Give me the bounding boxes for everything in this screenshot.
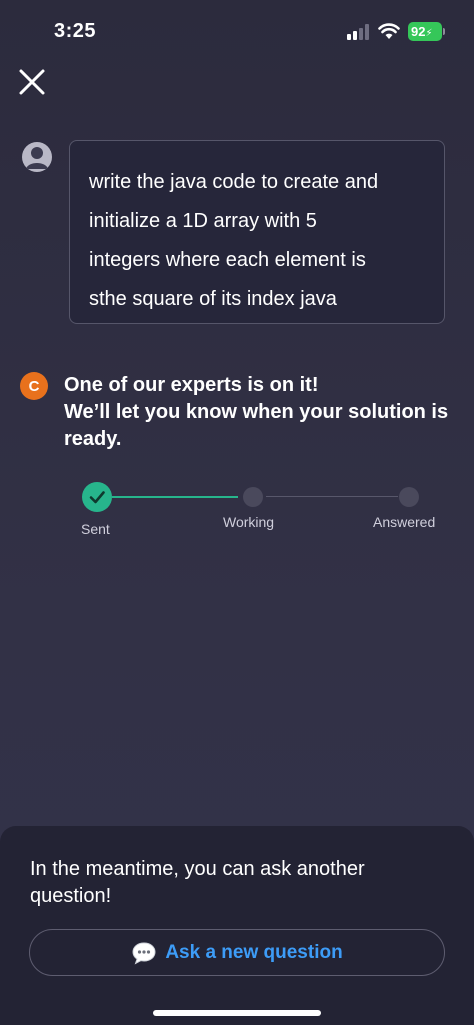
step-sent-label: Sent xyxy=(81,521,110,537)
expert-status-subtitle: We’ll let you know when your solution is… xyxy=(64,401,449,450)
close-icon xyxy=(19,69,45,95)
wifi-icon xyxy=(378,23,400,39)
step-sent-check-icon xyxy=(82,482,112,512)
battery-icon: 92⚡ xyxy=(408,22,442,41)
signal-icon xyxy=(347,24,371,40)
close-button[interactable] xyxy=(14,64,50,100)
home-indicator[interactable] xyxy=(153,1010,321,1016)
bottom-sheet: In the meantime, you can ask another que… xyxy=(0,826,474,1025)
progress-line-done xyxy=(112,496,238,498)
step-answered-dot xyxy=(399,487,419,507)
expert-badge-icon: C xyxy=(20,372,48,400)
question-line: initialize a 1D array with 5 xyxy=(89,210,317,232)
ask-another-prompt: In the meantime, you can ask another que… xyxy=(30,858,365,907)
battery-tip xyxy=(443,28,445,35)
step-working-label: Working xyxy=(223,514,275,530)
speech-bubble-icon xyxy=(132,941,156,965)
step-answered-label: Answered xyxy=(373,514,436,530)
battery-level: 92 xyxy=(411,24,426,39)
progress-line-pending xyxy=(266,496,398,497)
question-line: sthe square of its index java xyxy=(89,288,337,310)
status-bar: 3:25 92⚡ xyxy=(0,0,474,60)
status-time: 3:25 xyxy=(54,20,97,42)
question-line: integers where each element is xyxy=(89,249,366,271)
step-working-dot xyxy=(243,487,263,507)
screen: 3:25 92⚡ write the java code to create a… xyxy=(0,0,474,1025)
ask-new-question-button[interactable]: Ask a new question xyxy=(29,929,445,976)
progress-tracker: Sent Working Answered xyxy=(0,480,474,550)
expert-status-title: One of our experts is on it! xyxy=(64,374,319,396)
question-line: write the java code to create and xyxy=(89,171,379,193)
question-card: write the java code to create and initia… xyxy=(69,140,445,324)
user-avatar-icon xyxy=(22,142,52,172)
ask-new-question-label: Ask a new question xyxy=(165,941,343,963)
